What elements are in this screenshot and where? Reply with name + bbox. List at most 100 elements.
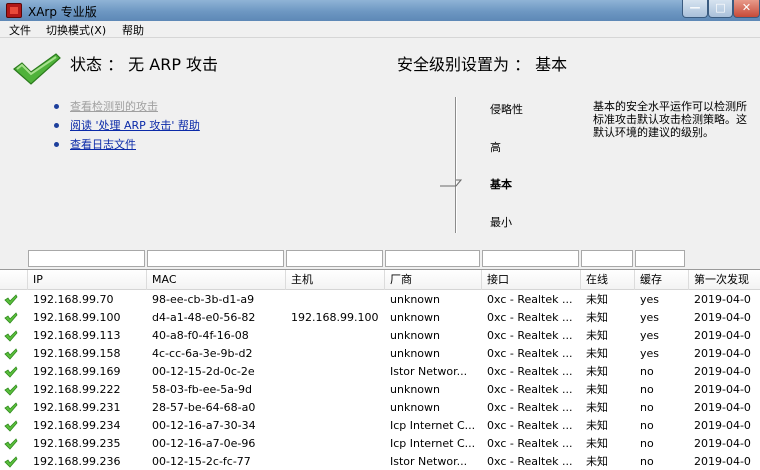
table-row[interactable]: 192.168.99.231 28-57-be-64-68-a0 unknown 0x… [0,399,760,417]
link-arp-help[interactable]: 阅读 '处理 ARP 攻击' 帮助 [54,119,200,138]
online-check-icon [4,330,18,342]
table-header: IP MAC 主机 厂商 接口 在线 缓存 第一次发现 [0,270,760,290]
bullet-icon [54,142,59,147]
cell-host [286,453,385,470]
cell-online: 未知 [586,329,608,342]
menu-switch-mode[interactable]: 切换模式(X) [46,22,106,38]
table-row[interactable]: 192.168.99.113 40-a8-f0-4f-16-08 unknown 0x… [0,327,760,345]
cell-ip: 192.168.99.169 [33,365,121,378]
table-row[interactable]: 192.168.99.222 58-03-fb-ee-5a-9d unknown 0x… [0,381,760,399]
cell-first-seen: 2019-04-0 [694,329,751,342]
column-header-vendor[interactable]: 厂商 [385,270,482,290]
cell-host: 192.168.99.100 [291,311,379,324]
xarp-app-icon[interactable] [6,3,22,18]
cell-online: 未知 [586,293,608,306]
level-aggressive[interactable]: 侵略性 [490,101,523,117]
status-panel: 状态 ： 无 ARP 攻击 安全级别设置为 ： 基本 查看检测到的攻击 阅读 '… [0,37,760,247]
cell-cache: no [640,365,654,378]
cell-ip: 192.168.99.235 [33,437,121,450]
cell-host [286,381,385,399]
cell-vendor: unknown [390,311,440,324]
cell-first-seen: 2019-04-0 [694,347,751,360]
cell-mac: 28-57-be-64-68-a0 [152,401,256,414]
cell-vendor: unknown [390,401,440,414]
menu-file[interactable]: 文件 [9,22,31,38]
link-view-log[interactable]: 查看日志文件 [54,138,200,157]
table-row[interactable]: 192.168.99.100 d4-a1-48-e0-56-82 192.168.9… [0,309,760,327]
level-minimum[interactable]: 最小 [490,214,512,230]
cell-ip: 192.168.99.70 [33,293,114,306]
column-header-ip[interactable]: IP [28,270,147,290]
menu-help[interactable]: 帮助 [122,22,144,38]
filter-vendor-input[interactable] [385,250,480,267]
table-row[interactable]: 192.168.99.235 00-12-16-a7-0e-96 Icp Inter… [0,435,760,453]
cell-interface: 0xc - Realtek ... [487,383,573,396]
cell-first-seen: 2019-04-0 [694,311,751,324]
filter-interface-input[interactable] [482,250,579,267]
filter-ip-input[interactable] [28,250,145,267]
cell-interface: 0xc - Realtek ... [487,311,573,324]
cell-vendor: unknown [390,293,440,306]
cell-online: 未知 [586,455,608,468]
cell-ip: 192.168.99.100 [33,311,121,324]
column-header-host[interactable]: 主机 [286,270,385,290]
status-column-header[interactable] [0,270,28,290]
hosts-table: IP MAC 主机 厂商 接口 在线 缓存 第一次发现 192.168.99.7… [0,269,760,470]
cell-online: 未知 [586,347,608,360]
online-check-icon [4,366,18,378]
minimize-button[interactable]: — [682,0,708,18]
filter-cache-input[interactable] [635,250,685,267]
status-checkmark-icon [13,53,61,85]
filter-online-input[interactable] [581,250,633,267]
column-header-cache[interactable]: 缓存 [635,270,689,290]
cell-interface: 0xc - Realtek ... [487,347,573,360]
cell-ip: 192.168.99.234 [33,419,121,432]
cell-first-seen: 2019-04-0 [694,365,751,378]
maximize-icon: □ [715,1,726,14]
cell-cache: no [640,383,654,396]
menu-bar: 文件 切换模式(X) 帮助 [0,21,760,37]
cell-online: 未知 [586,437,608,450]
cell-vendor: unknown [390,347,440,360]
cell-mac: 4c-cc-6a-3e-9b-d2 [152,347,253,360]
column-header-online[interactable]: 在线 [581,270,635,290]
level-basic[interactable]: 基本 [490,176,512,192]
online-check-icon [4,348,18,360]
security-level-label: 安全级别设置为 ： 基本 [397,55,568,74]
cell-vendor: Icp Internet C... [390,419,476,432]
column-header-interface[interactable]: 接口 [482,270,581,290]
cell-online: 未知 [586,365,608,378]
security-description: 基本的安全水平运作可以检测所 标准攻击默认攻击检测策略。这 默认环境的建议的级别… [593,100,747,139]
table-row[interactable]: 192.168.99.158 4c-cc-6a-3e-9b-d2 unknown 0x… [0,345,760,363]
security-slider-thumb[interactable] [440,178,462,187]
column-header-mac[interactable]: MAC [147,270,286,290]
table-row[interactable]: 192.168.99.234 00-12-16-a7-30-34 Icp Inter… [0,417,760,435]
cell-interface: 0xc - Realtek ... [487,365,573,378]
cell-first-seen: 2019-04-0 [694,401,751,414]
security-slider-track[interactable] [455,97,457,233]
filter-mac-input[interactable] [147,250,284,267]
filter-host-input[interactable] [286,250,383,267]
column-header-first-seen[interactable]: 第一次发现 [689,270,760,290]
online-check-icon [4,456,18,468]
cell-interface: 0xc - Realtek ... [487,455,573,468]
table-row[interactable]: 192.168.99.70 98-ee-cb-3b-d1-a9 unknown 0xc… [0,291,760,309]
cell-host [286,327,385,345]
close-button[interactable]: ✕ [733,0,760,18]
cell-vendor: unknown [390,329,440,342]
cell-ip: 192.168.99.231 [33,401,121,414]
cell-vendor: unknown [390,383,440,396]
level-high[interactable]: 高 [490,139,501,155]
cell-mac: 00-12-16-a7-30-34 [152,419,256,432]
table-row[interactable]: 192.168.99.169 00-12-15-2d-0c-2e Istor Net… [0,363,760,381]
online-check-icon [4,420,18,432]
cell-ip: 192.168.99.158 [33,347,121,360]
title-bar[interactable]: XArp 专业版 — □ ✕ [0,0,760,21]
cell-vendor: Istor Networ... [390,365,468,378]
table-row[interactable]: 192.168.99.236 00-12-15-2c-fc-77 Istor Net… [0,453,760,470]
cell-interface: 0xc - Realtek ... [487,419,573,432]
online-check-icon [4,384,18,396]
cell-interface: 0xc - Realtek ... [487,437,573,450]
maximize-button[interactable]: □ [708,0,733,18]
cell-host [286,363,385,381]
